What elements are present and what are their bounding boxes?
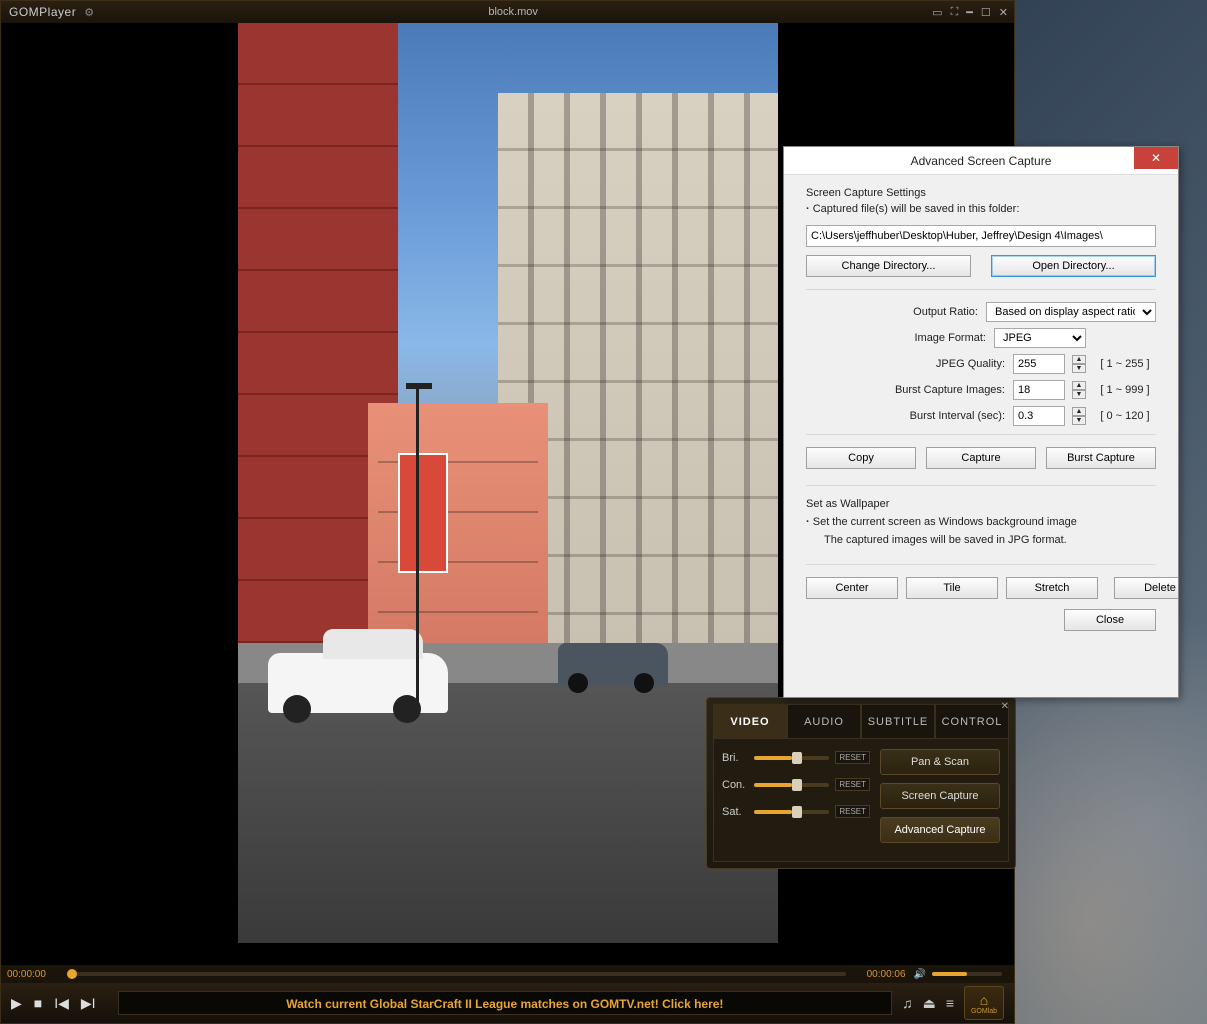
contrast-slider[interactable] bbox=[754, 783, 829, 787]
burst-interval-down[interactable]: ▼ bbox=[1072, 416, 1086, 425]
burst-images-input[interactable] bbox=[1013, 380, 1065, 400]
capture-folder-note: Captured file(s) will be saved in this f… bbox=[806, 203, 1156, 215]
jpeg-quality-range: [ 1 ~ 255 ] bbox=[1094, 358, 1156, 370]
video-control-panel: ✕ VIDEO AUDIO SUBTITLE CONTROL Bri. RESE… bbox=[706, 697, 1016, 869]
burst-images-down[interactable]: ▼ bbox=[1072, 390, 1086, 399]
wallpaper-tile-button[interactable]: Tile bbox=[906, 577, 998, 599]
contrast-reset[interactable]: RESET bbox=[835, 778, 870, 791]
gom-titlebar[interactable]: GOMPlayer ⚙ block.mov ▭ ⛶ ━ ☐ ✕ bbox=[1, 1, 1014, 23]
dialog-titlebar[interactable]: Advanced Screen Capture ✕ bbox=[784, 147, 1178, 175]
wallpaper-section-title: Set as Wallpaper bbox=[806, 498, 1156, 510]
screen-capture-button[interactable]: Screen Capture bbox=[880, 783, 1000, 809]
brightness-slider[interactable] bbox=[754, 756, 829, 760]
burst-interval-input[interactable] bbox=[1013, 406, 1065, 426]
gom-logo-prefix: GOM bbox=[9, 5, 39, 19]
seek-thumb[interactable] bbox=[67, 969, 77, 979]
time-total: 00:00:06 bbox=[852, 969, 906, 980]
advanced-capture-button[interactable]: Advanced Capture bbox=[880, 817, 1000, 843]
image-format-label: Image Format: bbox=[806, 332, 986, 344]
burst-interval-label: Burst Interval (sec): bbox=[806, 410, 1005, 422]
playback-controls: ▶ ■ I◀ ▶I Watch current Global StarCraft… bbox=[1, 983, 1014, 1023]
jpeg-quality-input[interactable] bbox=[1013, 354, 1065, 374]
burst-images-label: Burst Capture Images: bbox=[806, 384, 1005, 396]
gomlab-label: GOMlab bbox=[971, 1008, 997, 1015]
capture-button[interactable]: Capture bbox=[926, 447, 1036, 469]
pan-scan-button[interactable]: Pan & Scan bbox=[880, 749, 1000, 775]
section-capture-settings: Screen Capture Settings bbox=[806, 187, 1156, 199]
gomlab-home-button[interactable]: ⌂ GOMlab bbox=[964, 986, 1004, 1020]
output-ratio-select[interactable]: Based on display aspect ratio bbox=[986, 302, 1156, 322]
tab-video[interactable]: VIDEO bbox=[713, 704, 787, 738]
gom-logo-suffix: Player bbox=[39, 5, 76, 19]
panel-close-icon[interactable]: ✕ bbox=[1001, 701, 1009, 712]
jpeg-quality-label: JPEG Quality: bbox=[806, 358, 1005, 370]
equalizer-icon[interactable]: ♫ bbox=[902, 995, 913, 1011]
jpeg-quality-up[interactable]: ▲ bbox=[1072, 355, 1086, 364]
advanced-screen-capture-dialog: Advanced Screen Capture ✕ Screen Capture… bbox=[783, 146, 1179, 698]
playlist-icon[interactable]: ≡ bbox=[946, 995, 954, 1011]
next-button[interactable]: ▶I bbox=[81, 995, 96, 1012]
output-ratio-label: Output Ratio: bbox=[806, 306, 978, 318]
close-icon[interactable]: ✕ bbox=[999, 6, 1008, 19]
dialog-close-button[interactable]: ✕ bbox=[1134, 147, 1178, 169]
wallpaper-note: Set the current screen as Windows backgr… bbox=[806, 516, 1156, 528]
burst-interval-up[interactable]: ▲ bbox=[1072, 407, 1086, 416]
contrast-row: Con. RESET bbox=[722, 778, 870, 791]
saturation-label: Sat. bbox=[722, 806, 748, 818]
tab-audio[interactable]: AUDIO bbox=[787, 704, 861, 738]
burst-capture-button[interactable]: Burst Capture bbox=[1046, 447, 1156, 469]
wallpaper-center-button[interactable]: Center bbox=[806, 577, 898, 599]
window-controls: ▭ ⛶ ━ ☐ ✕ bbox=[932, 6, 1008, 19]
burst-images-range: [ 1 ~ 999 ] bbox=[1094, 384, 1156, 396]
wallpaper-stretch-button[interactable]: Stretch bbox=[1006, 577, 1098, 599]
file-title: block.mov bbox=[94, 6, 932, 18]
prev-button[interactable]: I◀ bbox=[54, 995, 69, 1012]
brightness-label: Bri. bbox=[722, 752, 748, 764]
volume-slider[interactable] bbox=[932, 972, 1002, 976]
brightness-row: Bri. RESET bbox=[722, 751, 870, 764]
saturation-row: Sat. RESET bbox=[722, 805, 870, 818]
minimize-icon[interactable]: ━ bbox=[966, 6, 973, 19]
jpeg-quality-down[interactable]: ▼ bbox=[1072, 364, 1086, 373]
wallpaper-delete-button[interactable]: Delete bbox=[1114, 577, 1178, 599]
maximize-icon[interactable]: ☐ bbox=[981, 6, 991, 19]
gom-logo: GOMPlayer bbox=[9, 5, 76, 19]
play-button[interactable]: ▶ bbox=[11, 995, 22, 1012]
tab-subtitle[interactable]: SUBTITLE bbox=[861, 704, 935, 738]
image-format-select[interactable]: JPEG bbox=[994, 328, 1086, 348]
compact-mode-icon[interactable]: ▭ bbox=[932, 6, 942, 19]
eject-icon[interactable]: ⏏ bbox=[923, 995, 936, 1012]
time-elapsed: 00:00:00 bbox=[7, 969, 61, 980]
brightness-reset[interactable]: RESET bbox=[835, 751, 870, 764]
gear-icon[interactable]: ⚙ bbox=[84, 6, 94, 19]
copy-button[interactable]: Copy bbox=[806, 447, 916, 469]
open-directory-button[interactable]: Open Directory... bbox=[991, 255, 1156, 277]
seek-track[interactable] bbox=[67, 972, 846, 976]
change-directory-button[interactable]: Change Directory... bbox=[806, 255, 971, 277]
volume-icon[interactable]: 🔊 bbox=[914, 969, 926, 980]
burst-interval-range: [ 0 ~ 120 ] bbox=[1094, 410, 1156, 422]
marquee-banner[interactable]: Watch current Global StarCraft II League… bbox=[118, 991, 893, 1015]
dialog-title-text: Advanced Screen Capture bbox=[911, 154, 1052, 168]
saturation-reset[interactable]: RESET bbox=[835, 805, 870, 818]
contrast-label: Con. bbox=[722, 779, 748, 791]
video-frame bbox=[238, 23, 778, 943]
saturation-slider[interactable] bbox=[754, 810, 829, 814]
tab-control[interactable]: CONTROL bbox=[935, 704, 1009, 738]
fullscreen-icon[interactable]: ⛶ bbox=[951, 6, 959, 19]
stop-button[interactable]: ■ bbox=[34, 995, 42, 1011]
burst-images-up[interactable]: ▲ bbox=[1072, 381, 1086, 390]
seek-bar: 00:00:00 00:00:06 🔊 bbox=[1, 965, 1014, 983]
wallpaper-subnote: The captured images will be saved in JPG… bbox=[824, 534, 1156, 546]
dialog-bottom-close-button[interactable]: Close bbox=[1064, 609, 1156, 631]
panel-tabs: VIDEO AUDIO SUBTITLE CONTROL bbox=[713, 704, 1009, 738]
home-icon: ⌂ bbox=[980, 992, 988, 1008]
save-path-input[interactable] bbox=[806, 225, 1156, 247]
